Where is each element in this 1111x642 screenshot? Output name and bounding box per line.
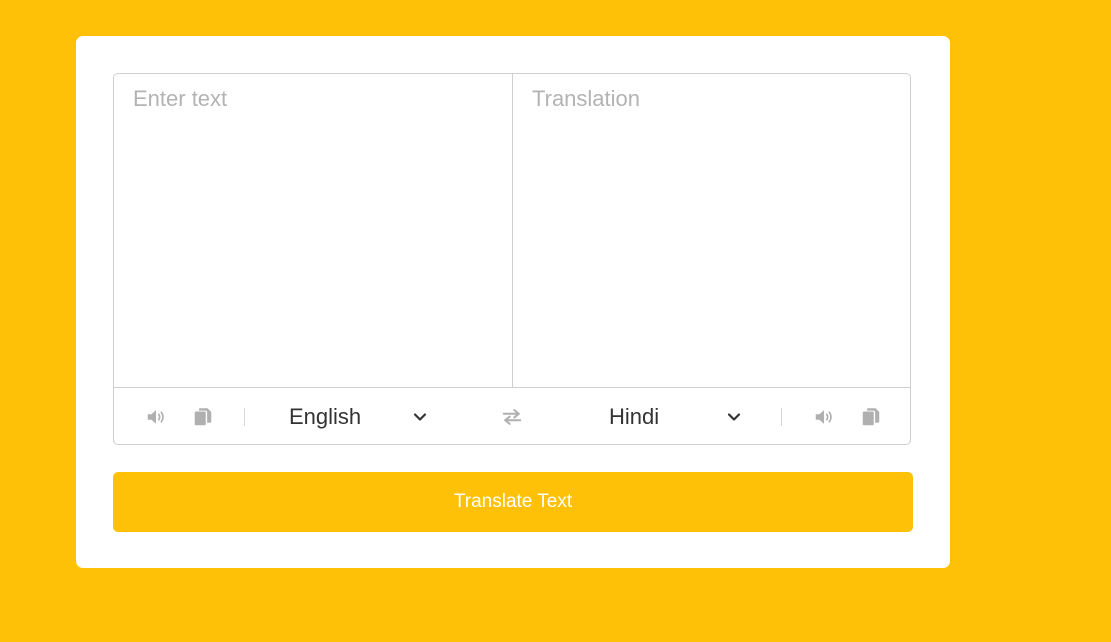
exchange-icon[interactable] <box>501 406 523 428</box>
volume-icon[interactable] <box>813 406 835 428</box>
controls-bar: English Hindi <box>114 387 910 444</box>
divider <box>781 408 782 426</box>
from-language-select[interactable]: English <box>289 400 429 434</box>
chevron-down-icon <box>727 413 741 421</box>
to-language-label: Hindi <box>609 404 660 429</box>
copy-icon[interactable] <box>192 406 214 428</box>
translation-output[interactable] <box>513 74 910 387</box>
divider <box>244 408 245 426</box>
chevron-down-icon <box>413 413 427 421</box>
source-text-input[interactable] <box>114 74 513 387</box>
translation-panel: English Hindi <box>113 73 911 445</box>
to-language-select[interactable]: Hindi <box>609 400 749 434</box>
translator-card: English Hindi <box>76 36 950 568</box>
volume-icon[interactable] <box>145 406 167 428</box>
from-language-label: English <box>289 404 362 429</box>
translate-button[interactable]: Translate Text <box>113 472 913 532</box>
copy-icon[interactable] <box>860 406 882 428</box>
